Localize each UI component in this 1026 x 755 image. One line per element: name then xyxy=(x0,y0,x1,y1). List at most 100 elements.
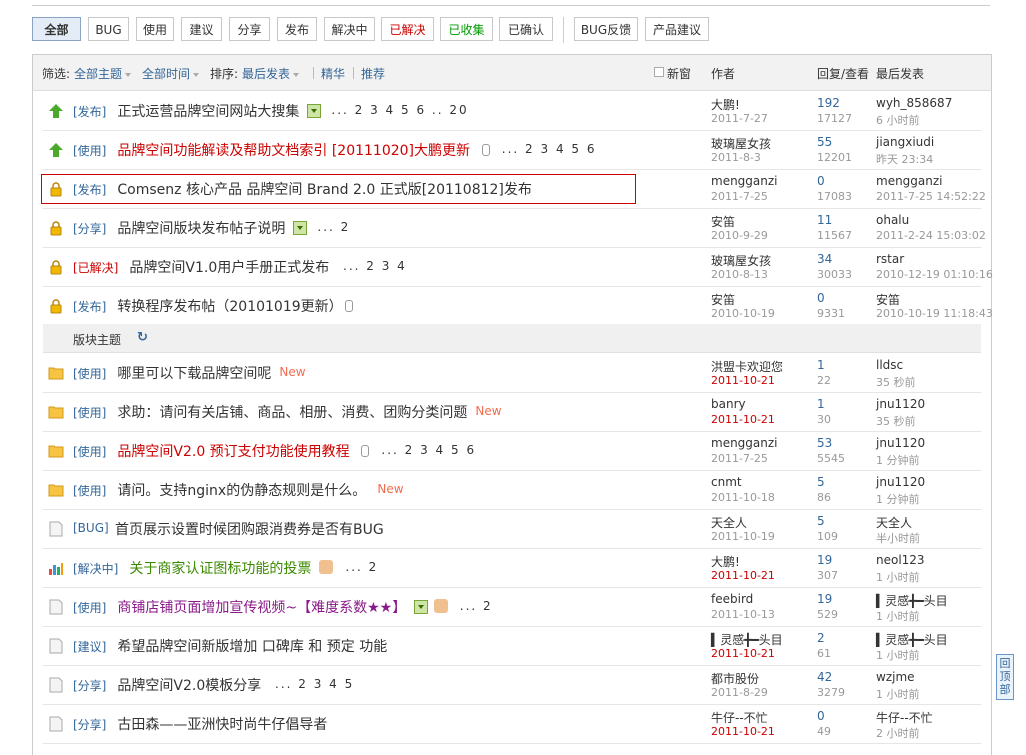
filter-product-suggest[interactable]: 产品建议 xyxy=(645,17,709,41)
last-post-time[interactable]: 35 秒前 xyxy=(876,413,916,429)
refresh-icon[interactable]: ↻ xyxy=(137,330,148,345)
last-poster[interactable]: ohalu xyxy=(876,213,909,227)
thread-category[interactable]: [分享] xyxy=(73,716,106,733)
last-poster[interactable]: jnu1120 xyxy=(876,475,925,489)
reply-count[interactable]: 2 xyxy=(817,631,825,645)
page-links[interactable]: ... 2 xyxy=(345,560,378,574)
thread-title[interactable]: 古田森——亚洲快时尚牛仔倡导者 xyxy=(117,714,327,734)
thread-author[interactable]: 天全人 xyxy=(711,514,747,531)
last-poster[interactable]: mengganzi xyxy=(876,174,943,188)
thread-title[interactable]: 品牌空间版块发布帖子说明 xyxy=(117,218,285,238)
filter-share[interactable]: 分享 xyxy=(229,17,270,41)
last-poster[interactable]: wzjme xyxy=(876,670,915,684)
thread-category[interactable]: [发布] xyxy=(73,298,106,315)
reply-count[interactable]: 42 xyxy=(817,670,832,684)
thread-author[interactable]: 大鹏! xyxy=(711,553,740,570)
last-post-time[interactable]: 2011-2-24 15:03:02 xyxy=(876,229,986,242)
reply-count[interactable]: 5 xyxy=(817,475,825,489)
reply-count[interactable]: 19 xyxy=(817,592,832,606)
reply-count[interactable]: 192 xyxy=(817,96,840,110)
thread-title[interactable]: 首页展示设置时候团购跟消费券是否有BUG xyxy=(115,519,384,539)
last-poster[interactable]: jnu1120 xyxy=(876,397,925,411)
thread-category[interactable]: [使用] xyxy=(73,443,106,460)
last-poster[interactable]: jiangxiudi xyxy=(876,135,934,149)
filter-resolved[interactable]: 已解决 xyxy=(381,17,434,41)
thread-category[interactable]: [使用] xyxy=(73,599,106,616)
thread-category[interactable]: [分享] xyxy=(73,220,106,237)
thread-category[interactable]: [建议] xyxy=(73,638,106,655)
thread-title[interactable]: 哪里可以下载品牌空间呢 xyxy=(117,363,271,383)
thread-title[interactable]: 品牌空间V2.0 预订支付功能使用教程 xyxy=(117,441,349,461)
filter-suggest[interactable]: 建议 xyxy=(181,17,222,41)
last-poster[interactable]: wyh_858687 xyxy=(876,96,952,110)
last-post-time[interactable]: 1 分钟前 xyxy=(876,491,920,507)
thread-author[interactable]: 牛仔--不忙 xyxy=(711,709,768,726)
reply-count[interactable]: 0 xyxy=(817,709,825,723)
thread-title[interactable]: 关于商家认证图标功能的投票 xyxy=(129,558,311,578)
thread-author[interactable]: mengganzi xyxy=(711,174,778,188)
filter-bug[interactable]: BUG xyxy=(88,17,129,41)
thread-title[interactable]: 正式运营品牌空间网站大搜集 xyxy=(117,101,299,121)
thread-category[interactable]: [BUG] xyxy=(73,521,109,535)
last-poster[interactable]: lldsc xyxy=(876,358,903,372)
reply-count[interactable]: 53 xyxy=(817,436,832,450)
thread-author[interactable]: mengganzi xyxy=(711,436,778,450)
page-links[interactable]: ... 2 3 4 5 6 .. 20 xyxy=(331,103,468,117)
reply-count[interactable]: 0 xyxy=(817,291,825,305)
thread-category[interactable]: [已解决] xyxy=(73,259,118,276)
reply-count[interactable]: 5 xyxy=(817,514,825,528)
reply-count[interactable]: 55 xyxy=(817,135,832,149)
filter-all[interactable]: 全部 xyxy=(32,17,81,41)
thread-author[interactable]: 安笛 xyxy=(711,291,735,308)
thread-category[interactable]: [发布] xyxy=(73,181,106,198)
last-post-time[interactable]: 6 小时前 xyxy=(876,112,920,128)
thread-author[interactable]: 洪盟卡欢迎您 xyxy=(711,358,783,375)
back-to-top-button[interactable]: 回顶部 xyxy=(996,654,1014,700)
last-post-time[interactable]: 35 秒前 xyxy=(876,374,916,390)
reply-count[interactable]: 11 xyxy=(817,213,832,227)
thread-title[interactable]: 品牌空间功能解读及帮助文档索引 [20111020]大鹏更新 xyxy=(117,140,470,160)
sort-dropdown[interactable]: 最后发表 xyxy=(242,65,300,82)
reply-count[interactable]: 34 xyxy=(817,252,832,266)
filter-bug-feedback[interactable]: BUG反馈 xyxy=(574,17,638,41)
last-post-time[interactable]: 2011-7-25 14:52:22 xyxy=(876,190,986,203)
reply-count[interactable]: 0 xyxy=(817,174,825,188)
page-links[interactable]: ... 2 xyxy=(317,220,350,234)
last-poster[interactable]: jnu1120 xyxy=(876,436,925,450)
thread-author[interactable]: banry xyxy=(711,397,746,411)
new-window-checkbox[interactable] xyxy=(654,67,664,77)
last-poster[interactable]: ▍灵感╋━头目 xyxy=(876,631,948,648)
last-poster[interactable]: neol123 xyxy=(876,553,925,567)
thread-title[interactable]: Comsenz 核心产品 品牌空间 Brand 2.0 正式版[20110812… xyxy=(117,179,532,199)
thread-author[interactable]: 玻璃屋女孩 xyxy=(711,252,771,269)
last-post-time[interactable]: 1 小时前 xyxy=(876,686,920,702)
filter-confirmed[interactable]: 已确认 xyxy=(499,17,553,41)
thread-title[interactable]: 求助：请问有关店铺、商品、相册、消费、团购分类问题 xyxy=(117,402,467,422)
thread-category[interactable]: [分享] xyxy=(73,677,106,694)
recommend-link[interactable]: 推荐 xyxy=(361,65,385,82)
last-poster[interactable]: 天全人 xyxy=(876,514,912,531)
thread-category[interactable]: [使用] xyxy=(73,142,106,159)
page-links[interactable]: ... 2 3 4 5 xyxy=(275,677,354,691)
last-post-time[interactable]: 1 分钟前 xyxy=(876,452,920,468)
reply-count[interactable]: 1 xyxy=(817,358,825,372)
last-post-time[interactable]: 昨天 23:34 xyxy=(876,151,933,167)
filter-use[interactable]: 使用 xyxy=(136,17,174,41)
last-post-time[interactable]: 2010-12-19 01:10:16 xyxy=(876,268,993,281)
thread-author[interactable]: 大鹏! xyxy=(711,96,740,113)
thread-author[interactable]: 安笛 xyxy=(711,213,735,230)
thread-category[interactable]: [解决中] xyxy=(73,560,118,577)
last-poster[interactable]: ▍灵感╋━头目 xyxy=(876,592,948,609)
thread-category[interactable]: [使用] xyxy=(73,365,106,382)
filter-resolving[interactable]: 解决中 xyxy=(324,17,375,41)
digest-link[interactable]: 精华 xyxy=(321,65,345,82)
last-poster[interactable]: 牛仔--不忙 xyxy=(876,709,933,726)
last-post-time[interactable]: 2010-10-19 11:18:43 xyxy=(876,307,993,320)
thread-author[interactable]: feebird xyxy=(711,592,753,606)
all-topics-dropdown[interactable]: 全部主题 xyxy=(74,65,132,82)
last-post-time[interactable]: 1 小时前 xyxy=(876,647,920,663)
page-links[interactable]: ... 2 3 4 5 6 xyxy=(381,443,476,457)
thread-title[interactable]: 转换程序发布帖（20101019更新） xyxy=(117,296,342,316)
filter-release[interactable]: 发布 xyxy=(277,17,317,41)
page-links[interactable]: ... 2 3 4 5 6 xyxy=(502,142,597,156)
